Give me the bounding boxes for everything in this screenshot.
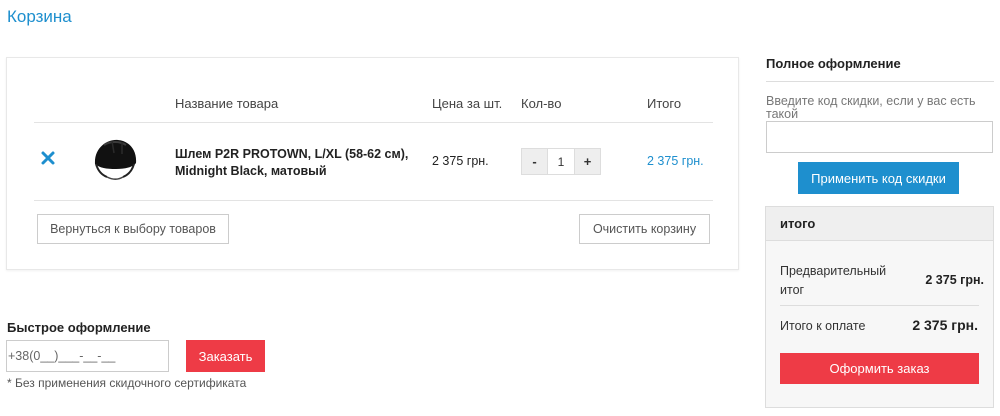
full-order-title: Полное оформление [766, 56, 901, 71]
summary-divider [780, 305, 979, 306]
quick-order-title: Быстрое оформление [7, 320, 151, 335]
phone-input[interactable]: +38(0__)___-__-__ [6, 340, 169, 372]
page-title: Корзина [7, 7, 72, 26]
checkout-button[interactable]: Оформить заказ [780, 353, 979, 384]
product-image[interactable] [76, 133, 150, 189]
column-header-price: Цена за шт. [432, 96, 503, 111]
discount-label: Введите код скидки, если у вас есть тако… [766, 94, 976, 121]
table-footer-divider [34, 200, 713, 201]
discount-code-input[interactable] [766, 121, 993, 153]
product-name[interactable]: Шлем P2R PROTOWN, L/XL (58-62 см), Midni… [175, 146, 420, 180]
quick-order-button[interactable]: Заказать [186, 340, 265, 372]
subtotal-value: 2 375 грн. [925, 273, 984, 287]
column-header-name: Название товара [175, 96, 279, 111]
table-header-divider [34, 122, 713, 123]
total-label: Итого к оплате [780, 319, 866, 333]
unit-price: 2 375 грн. [432, 154, 489, 168]
subtotal-label: Предварительный итог [780, 264, 887, 297]
back-to-products-button[interactable]: Вернуться к выбору товаров [37, 214, 229, 244]
total-value: 2 375 грн. [912, 317, 978, 333]
column-header-total: Итого [647, 96, 682, 111]
clear-cart-button[interactable]: Очистить корзину [579, 214, 710, 244]
qty-increase-button[interactable]: + [575, 149, 600, 174]
qty-decrease-button[interactable]: - [522, 149, 547, 174]
quick-order-note: * Без применения скидочного сертификата [7, 376, 247, 390]
qty-input[interactable]: 1 [547, 149, 575, 174]
close-x-icon[interactable] [40, 150, 56, 166]
apply-discount-button[interactable]: Применить код скидки [798, 162, 959, 194]
summary-title: итого [780, 216, 816, 231]
line-total: 2 375 грн. [647, 154, 704, 168]
full-order-divider [766, 81, 994, 82]
quantity-stepper: - 1 + [521, 148, 601, 175]
column-header-qty: Кол-во [521, 96, 562, 111]
